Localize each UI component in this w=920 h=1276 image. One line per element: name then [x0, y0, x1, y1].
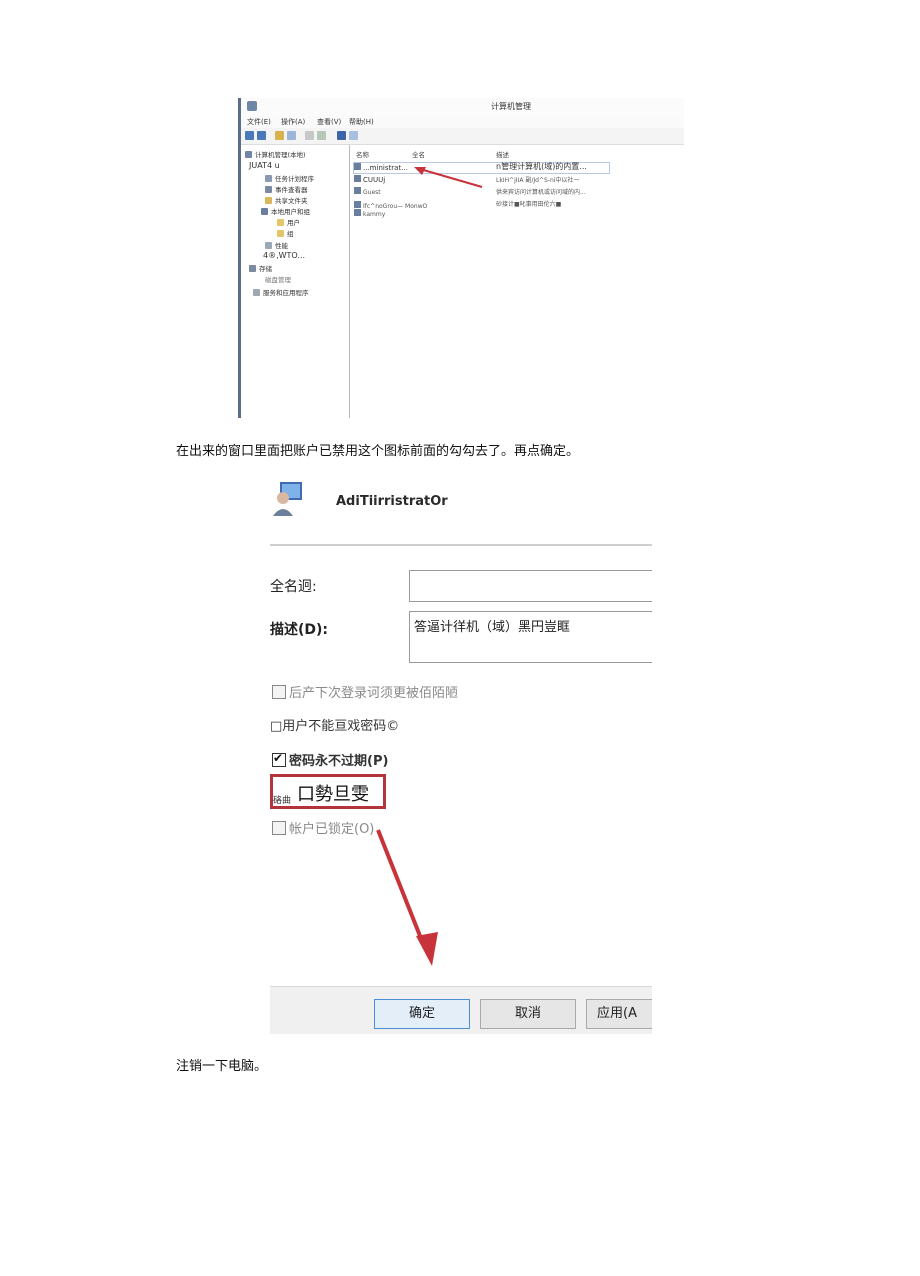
menu-action[interactable]: 操作(A)	[281, 117, 305, 127]
account-disabled-checkbox[interactable]: 口勢旦雯	[297, 780, 369, 806]
password-never-expires-checkbox[interactable]: 密码永不过期(P)	[272, 750, 388, 769]
list-item-description: n管理计算机(域)的内置...	[496, 162, 587, 171]
annotation-arrow-icon	[376, 829, 438, 966]
tree-item-users[interactable]: 用户	[277, 217, 300, 227]
navigation-tree: 计算机管理(本地) JUAT4 u 任务计划程序 事件查看器 共享文件夹 本地用…	[241, 145, 350, 418]
folder-icon	[277, 230, 284, 237]
forward-arrow-icon[interactable]	[257, 131, 266, 140]
tree-item-device-manager[interactable]: 4®,WTO...	[263, 251, 305, 260]
user-properties-dialog: AdiTiirristratOr 全名迥: 描述(D): 答逼计徉机（域）黑円豈…	[264, 474, 652, 1034]
cancel-button[interactable]: 取消	[480, 999, 576, 1029]
services-icon	[253, 289, 260, 296]
checkbox-icon	[272, 821, 286, 835]
account-name: AdiTiirristratOr	[336, 494, 448, 509]
window-title: 计算机管理	[491, 102, 531, 111]
menu-bar: 文件(E) 操作(A) 查看(V) 帮助(H)	[241, 116, 684, 128]
cannot-change-password-checkbox[interactable]: □用户不能亘戏密码©	[270, 715, 399, 734]
user-icon	[354, 163, 361, 170]
computer-management-icon	[247, 101, 257, 111]
toolbar	[241, 128, 684, 145]
menu-help[interactable]: 帮助(H)	[349, 117, 374, 127]
dialog-button-bar: 确定 取消 应用(A	[270, 986, 652, 1034]
tree-item-groups[interactable]: 组	[277, 228, 294, 238]
user-icon	[354, 209, 361, 216]
list-item[interactable]: ...ministrat...	[354, 163, 408, 172]
must-change-password-checkbox[interactable]: 后产下次登录诃须更被佰陌陋	[272, 682, 458, 701]
column-header-name[interactable]: 名称	[356, 149, 369, 159]
list-item-description: 供来宾访问计算机或访问域的内...	[496, 189, 586, 196]
tree-item-root[interactable]: 计算机管理(本地)	[245, 149, 306, 159]
menu-view[interactable]: 查看(V)	[317, 117, 341, 127]
description-label: 描述(D):	[270, 622, 329, 638]
user-list: 名称 全名 描述 ...ministrat... n管理计算机(域)的内置...…	[350, 145, 684, 418]
user-icon	[354, 175, 361, 182]
menu-file[interactable]: 文件(E)	[247, 117, 271, 127]
computer-icon	[245, 151, 252, 158]
shared-folder-icon	[265, 197, 272, 204]
storage-icon	[249, 265, 256, 272]
account-disabled-small-label: 硌曲	[273, 796, 292, 806]
checkbox-icon	[272, 685, 286, 699]
apply-button[interactable]: 应用(A	[586, 999, 652, 1029]
list-item-description: 砂接计■叱事用田伦六■	[496, 201, 562, 208]
checkmark-icon	[272, 751, 286, 767]
view-icon[interactable]	[349, 131, 358, 140]
tree-item-system-tools[interactable]: JUAT4 u	[249, 161, 280, 170]
tree-item-task-scheduler[interactable]: 任务计划程序	[265, 173, 314, 183]
ok-button[interactable]: 确定	[374, 999, 470, 1029]
tree-item-event-viewer[interactable]: 事件查看器	[265, 184, 308, 194]
performance-icon	[265, 242, 272, 249]
header-divider	[270, 544, 652, 546]
user-avatar-icon	[273, 482, 302, 516]
user-icon	[354, 201, 361, 208]
help-icon[interactable]	[337, 131, 346, 140]
description-input[interactable]: 答逼计徉机（域）黑円豈眶	[409, 611, 652, 663]
title-bar: 计算机管理	[241, 98, 684, 116]
list-item[interactable]: Guest	[354, 187, 381, 196]
tree-item-disk-management[interactable]: 磁盘管理	[265, 274, 291, 284]
properties-icon[interactable]	[317, 131, 326, 140]
highlight-frame: 硌曲 口勢旦雯	[270, 774, 386, 809]
tree-item-storage[interactable]: 存储	[249, 263, 272, 273]
back-arrow-icon[interactable]	[245, 131, 254, 140]
tree-item-services-apps[interactable]: 服务和应用程序	[253, 287, 309, 297]
column-header-fullname[interactable]: 全名	[412, 149, 425, 159]
export-icon[interactable]	[305, 131, 314, 140]
list-item[interactable]: kammy	[354, 209, 385, 218]
instruction-paragraph: 在出来的窗口里面把账户已禁用这个图标前面的勾勾去了。再点确定。	[176, 444, 580, 459]
clock-icon	[265, 175, 272, 182]
computer-management-screenshot: 计算机管理 文件(E) 操作(A) 查看(V) 帮助(H) 计算机管理(本地) …	[238, 98, 684, 418]
fullname-label: 全名迥:	[270, 579, 317, 595]
show-tree-icon[interactable]	[287, 131, 296, 140]
user-icon	[354, 187, 361, 194]
list-item[interactable]: CUUUj	[354, 175, 385, 184]
account-locked-checkbox[interactable]: 帐户已锁定(O)	[272, 818, 374, 837]
users-icon	[261, 208, 268, 215]
column-header-description[interactable]: 描述	[496, 149, 509, 159]
event-viewer-icon	[265, 186, 272, 193]
tree-item-performance[interactable]: 性能	[265, 240, 288, 250]
tree-item-local-users-groups[interactable]: 本地用户和组	[261, 206, 310, 216]
list-item-description: LkIH^jIIA 副/Jd^S-ni中以社一	[496, 177, 580, 184]
tree-item-shared-folders[interactable]: 共享文件夹	[265, 195, 308, 205]
fullname-input[interactable]	[409, 570, 652, 602]
closing-paragraph: 注销一下电脑。	[176, 1059, 268, 1074]
annotation-arrow-icon	[414, 167, 483, 188]
folder-icon	[277, 219, 284, 226]
folder-up-icon[interactable]	[275, 131, 284, 140]
